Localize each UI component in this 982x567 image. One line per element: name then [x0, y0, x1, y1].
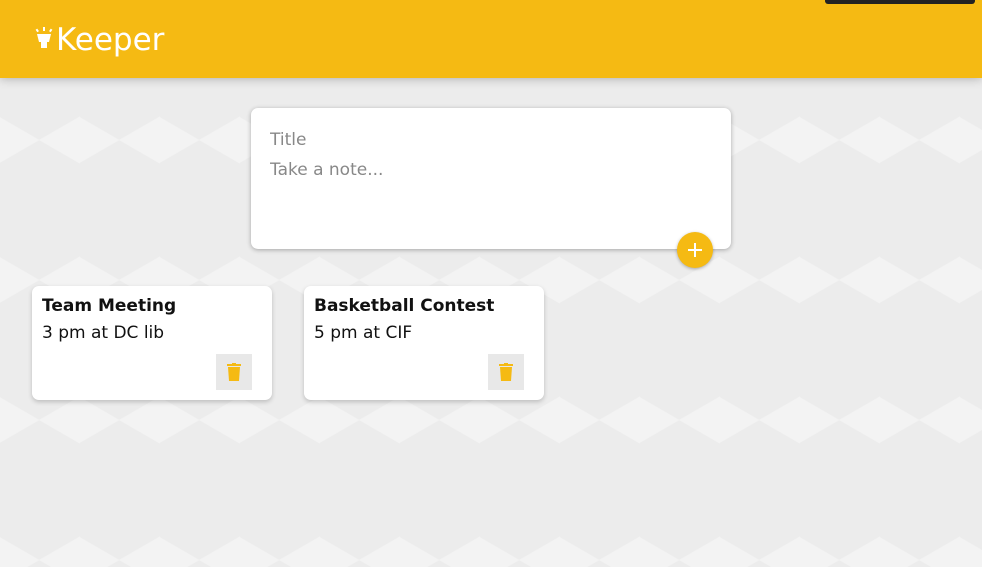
trash-icon: [499, 363, 513, 381]
note-card: Basketball Contest 5 pm at CIF: [304, 286, 544, 400]
note-content: 5 pm at CIF: [314, 323, 413, 343]
lightbulb-icon: [35, 27, 53, 48]
delete-note-button[interactable]: [216, 354, 252, 390]
add-note-button[interactable]: [677, 232, 713, 268]
note-content: 3 pm at DC lib: [42, 323, 165, 343]
note-card: Team Meeting 3 pm at DC lib: [32, 286, 272, 400]
header-tab-indicator: [825, 0, 975, 4]
plus-icon: [688, 243, 702, 257]
note-content-input[interactable]: [270, 160, 710, 230]
app-header: Keeper: [0, 0, 982, 78]
trash-icon: [227, 363, 241, 381]
delete-note-button[interactable]: [488, 354, 524, 390]
note-title-input[interactable]: [270, 128, 710, 152]
note-title: Basketball Contest: [314, 296, 495, 316]
app-logo: Keeper: [34, 22, 164, 58]
note-title: Team Meeting: [42, 296, 177, 316]
app-title: Keeper: [56, 22, 165, 58]
create-note-form: [251, 108, 731, 249]
